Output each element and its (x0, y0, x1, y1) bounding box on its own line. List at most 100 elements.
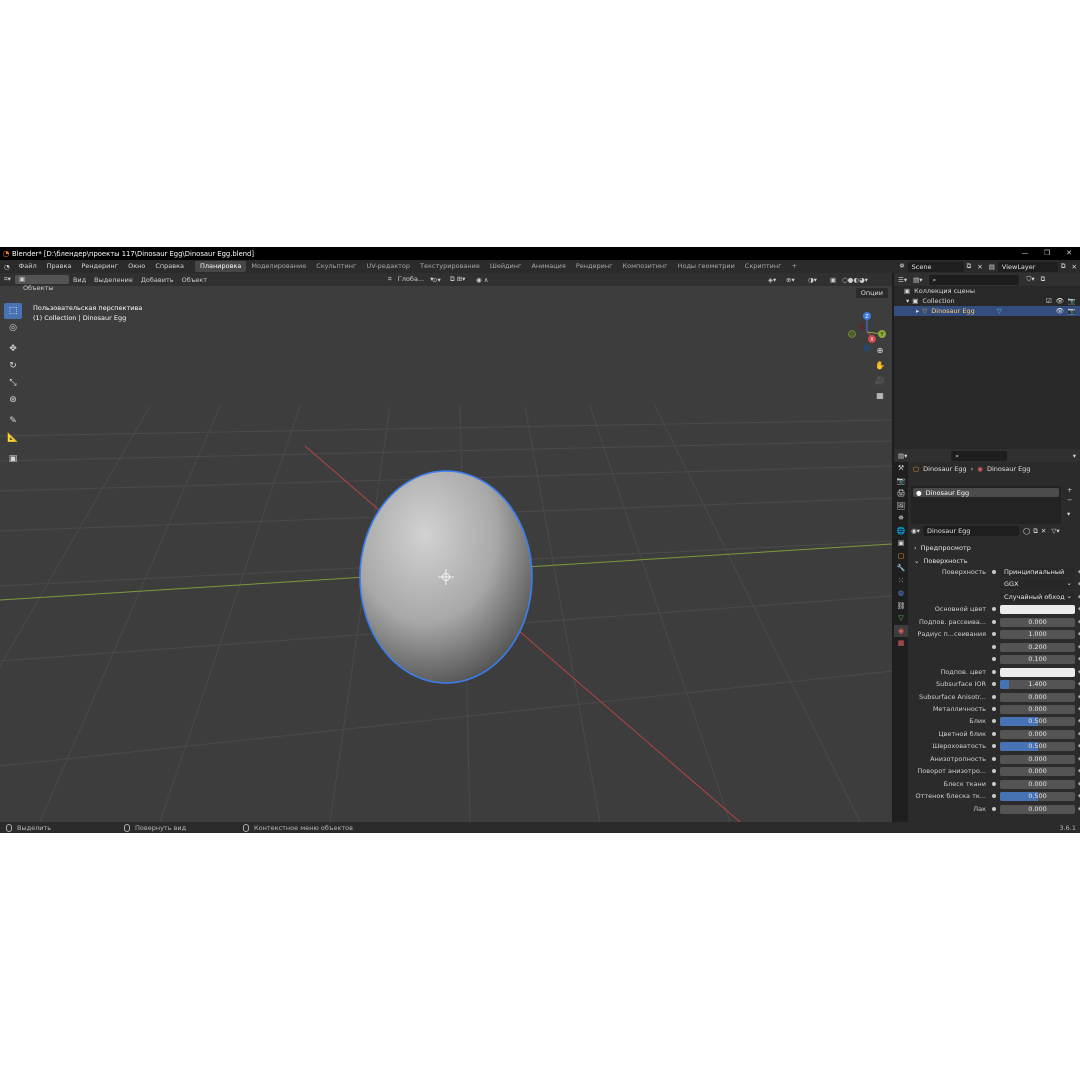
menu-item[interactable]: Правка (42, 260, 77, 273)
link-socket-icon[interactable] (992, 706, 996, 711)
snap-icon[interactable]: ⧉ ⊞▾ (446, 275, 469, 284)
object-camera-icon[interactable]: 📷 (1068, 307, 1076, 315)
close-button[interactable]: ✕ (1058, 247, 1080, 260)
output-tab-icon[interactable]: 🖨 (894, 487, 908, 500)
move-tool-icon[interactable]: ✥ (4, 341, 22, 357)
scene-remove-icon[interactable]: ✕ (974, 263, 985, 271)
value-slider[interactable]: 0.000 (1000, 692, 1075, 702)
value-slider[interactable]: 0.500 (1000, 717, 1075, 727)
view-layer-tab-icon[interactable]: 🖼 (894, 500, 908, 513)
remove-slot-icon[interactable]: − (1067, 496, 1072, 504)
workspace-tab[interactable]: Скульптинг (311, 261, 361, 272)
value-slider[interactable]: 0.000 (1000, 767, 1075, 777)
measure-tool-icon[interactable]: 📐 (4, 430, 22, 446)
dropdown-field[interactable]: GGX ⌄ (1000, 580, 1075, 590)
visibility-icon[interactable]: ◈▾ (764, 276, 780, 284)
outliner-filter-mode-icon[interactable]: ▤▾ (913, 276, 922, 284)
value-slider[interactable]: 0.200 (1000, 642, 1075, 652)
camera-icon[interactable]: 🎥 (872, 373, 888, 388)
workspace-tab[interactable]: Шейдинг (485, 261, 527, 272)
workspace-tab[interactable]: Анимация (526, 261, 570, 272)
value-slider[interactable]: 1.000 (1000, 630, 1075, 640)
value-slider[interactable]: 0.000 (1000, 704, 1075, 714)
modifier-tab-icon[interactable]: 🔧 (894, 562, 908, 575)
menu-view[interactable]: Вид (69, 276, 90, 284)
material-browse-icon[interactable]: ◉▾ (911, 527, 920, 535)
select-box-tool-icon[interactable]: ⬚ (4, 303, 22, 319)
object-eye-icon[interactable]: 👁 (1056, 307, 1064, 315)
link-socket-icon[interactable] (992, 744, 996, 749)
shading-modes[interactable]: ○●◐◕▾ (838, 276, 872, 284)
outliner-search-input[interactable]: ⌕ (928, 274, 1019, 285)
tool-tab-icon[interactable]: ⚒ (894, 462, 908, 475)
material-link-icon[interactable]: ▽▾ (1051, 527, 1059, 535)
collection-tab-icon[interactable]: ▣ (894, 537, 908, 550)
pan-hand-icon[interactable]: ✋ (872, 358, 888, 373)
minimize-button[interactable]: — (1014, 247, 1036, 260)
view-layer-remove-icon[interactable]: ✕ (1069, 263, 1080, 271)
outliner-editor-icon[interactable]: ☰▾ (898, 276, 907, 284)
value-slider[interactable]: 0.000 (1000, 729, 1075, 739)
properties-options-icon[interactable]: ▾ (1073, 452, 1076, 460)
gizmo-toggle-icon[interactable]: ⊕▾ (782, 276, 799, 284)
link-socket-icon[interactable] (992, 632, 996, 637)
workspace-tab[interactable]: Композитинг (618, 261, 673, 272)
fake-user-icon[interactable]: ◯ (1023, 527, 1030, 535)
slot-specials-icon[interactable]: ▾ (1067, 510, 1070, 518)
expand-object-icon[interactable]: ▸ (916, 307, 919, 315)
menu-item[interactable]: Файл (14, 260, 42, 273)
value-slider[interactable]: 0.000 (1000, 617, 1075, 627)
scene-selector[interactable]: Scene (907, 261, 964, 272)
add-cube-tool-icon[interactable]: ▣ (4, 451, 22, 467)
link-socket-icon[interactable] (992, 669, 996, 674)
data-tab-icon[interactable]: ▽ (894, 612, 908, 625)
outliner-filter-icon[interactable]: ⛉▾ (1027, 275, 1035, 284)
proportional-edit-icon[interactable]: ◉ ∧ (472, 276, 493, 284)
value-slider[interactable]: 0.000 (1000, 779, 1075, 789)
properties-editor-icon[interactable]: ▤▾ (898, 452, 907, 460)
link-socket-icon[interactable] (992, 806, 996, 811)
pivot-icon[interactable]: ⊙▾ (428, 276, 445, 284)
new-collection-icon[interactable]: ⧉ (1041, 275, 1046, 284)
link-socket-icon[interactable] (992, 781, 996, 786)
scene-copy-icon[interactable]: ⧉ (964, 262, 975, 271)
color-swatch[interactable] (1000, 667, 1075, 677)
link-socket-icon[interactable] (992, 694, 996, 699)
render-tab-icon[interactable]: 📷 (894, 475, 908, 488)
link-socket-icon[interactable] (992, 769, 996, 774)
blender-menu-icon[interactable]: ◔ (0, 263, 14, 271)
particles-tab-icon[interactable]: ⁙ (894, 575, 908, 588)
object-tab-icon[interactable]: ▢ (894, 550, 908, 563)
preview-panel-header[interactable]: › Предпросмотр (908, 542, 1080, 554)
menu-item[interactable]: Рендеринг (76, 260, 123, 273)
link-socket-icon[interactable] (992, 794, 996, 799)
material-tab-icon[interactable]: ◉ (894, 624, 908, 637)
scene-tab-icon[interactable]: ⛯ (894, 512, 908, 525)
material-name-field[interactable]: Dinosaur Egg (922, 526, 1019, 536)
link-socket-icon[interactable] (992, 682, 996, 687)
outliner-row-collection[interactable]: ▾ ▣ Collection ☑ 👁 📷 (894, 296, 1080, 306)
value-slider[interactable]: 0.500 (1000, 742, 1075, 752)
color-swatch[interactable] (1000, 605, 1075, 615)
workspace-tab[interactable]: Скриптинг (740, 261, 787, 272)
physics-tab-icon[interactable]: ◍ (894, 587, 908, 600)
link-socket-icon[interactable] (992, 607, 996, 612)
transform-tool-icon[interactable]: ⊛ (4, 392, 22, 408)
menu-object[interactable]: Объект (178, 276, 211, 284)
link-socket-icon[interactable] (992, 719, 996, 724)
perspective-toggle-icon[interactable]: ▦ (872, 388, 888, 403)
dropdown-field[interactable]: Принципиальный BSDF (1000, 568, 1075, 577)
menu-item[interactable]: Справка (150, 260, 189, 273)
outliner-row-scene-collection[interactable]: ▣ Коллекция сцены (894, 286, 1080, 296)
add-workspace-button[interactable]: + (787, 261, 802, 272)
workspace-tab[interactable]: Рендеринг (571, 261, 618, 272)
maximize-button[interactable]: ❐ (1036, 247, 1058, 260)
workspace-tab[interactable]: Ноды геометрии (673, 261, 740, 272)
value-slider[interactable]: 1.400 (1000, 680, 1075, 690)
view-layer-icon[interactable]: ▤ (986, 263, 998, 271)
add-slot-icon[interactable]: + (1067, 486, 1072, 494)
workspace-tab[interactable]: UV-редактор (361, 261, 415, 272)
3d-viewport[interactable]: ⌗▾ ▣ Объекты Вид Выделение Добавить Объе… (0, 273, 892, 822)
unlink-material-icon[interactable]: ✕ (1041, 527, 1046, 535)
value-slider[interactable]: 0.000 (1000, 804, 1075, 814)
